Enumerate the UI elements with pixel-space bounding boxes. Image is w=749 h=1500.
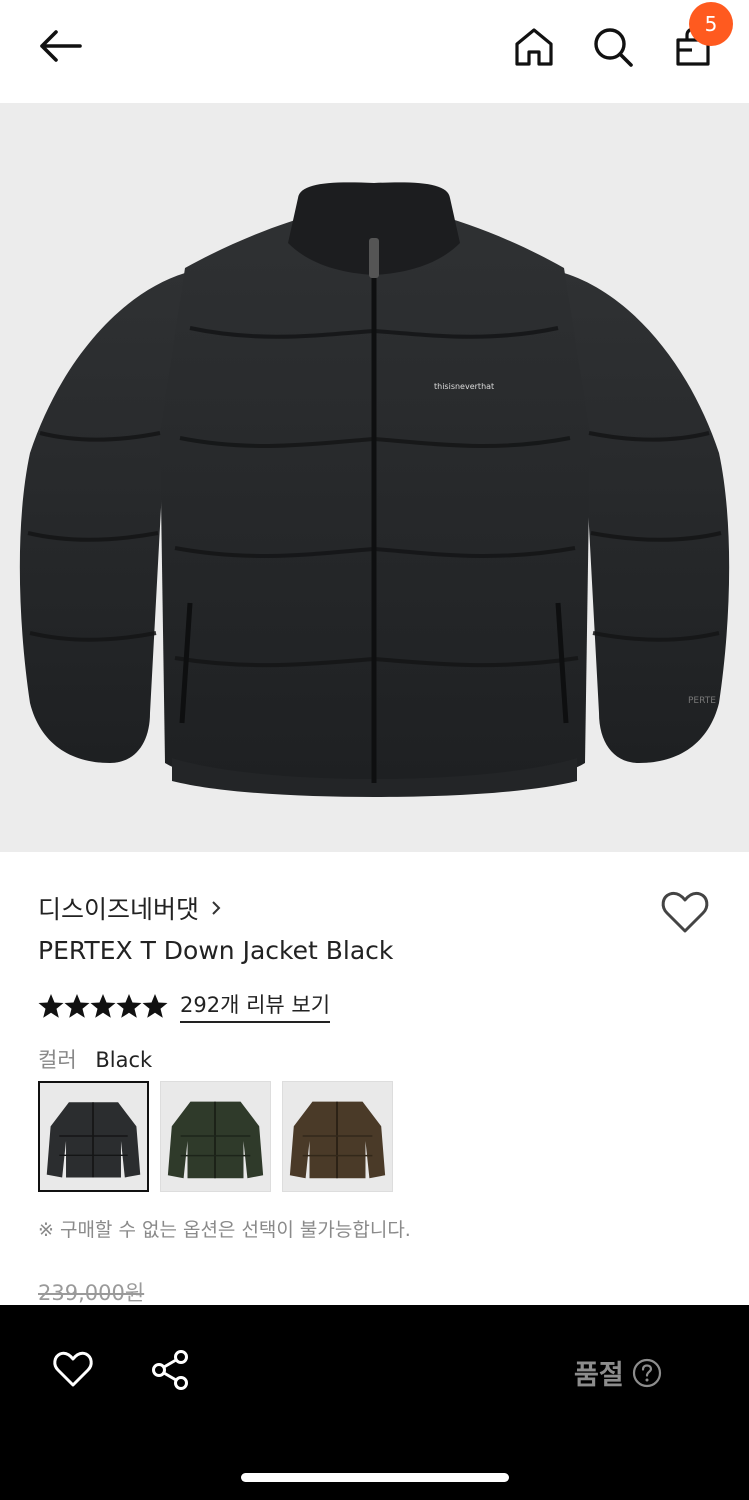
bottom-action-bar: 품절 (0, 1305, 749, 1500)
review-link[interactable]: 292개 리뷰 보기 (180, 989, 331, 1023)
swatch-brown[interactable] (282, 1081, 393, 1192)
star-icon (116, 994, 142, 1018)
arrow-left-icon[interactable] (36, 26, 86, 66)
swatch-jacket-image (46, 1102, 141, 1178)
jacket-illustration: thisisneverthat PERTE (19, 182, 730, 797)
sold-out-status[interactable]: 품절 (574, 1353, 662, 1392)
rating-row: 292개 리뷰 보기 (38, 989, 331, 1023)
cart-count-badge: 5 (689, 2, 733, 46)
svg-text:PERTE: PERTE (688, 696, 716, 706)
color-swatches (38, 1081, 404, 1192)
sold-out-label: 품절 (574, 1360, 624, 1391)
share-icon[interactable] (150, 1349, 192, 1391)
brand-link[interactable]: 디스이즈네버댓 (38, 890, 223, 926)
heart-outline-icon[interactable] (660, 889, 710, 935)
product-title: PERTEX T Down Jacket Black (38, 936, 394, 965)
top-navigation-bar: 5 (0, 0, 749, 103)
chevron-right-icon (212, 901, 221, 915)
color-label: 컬러 (38, 1048, 77, 1072)
star-rating (38, 993, 168, 1019)
search-icon[interactable] (590, 24, 636, 70)
swatch-jacket-image (167, 1101, 264, 1179)
swatch-black[interactable] (38, 1081, 149, 1192)
star-icon (90, 994, 116, 1018)
swatch-jacket-image (289, 1101, 386, 1179)
product-image[interactable]: thisisneverthat PERTE (0, 103, 749, 852)
heart-outline-icon[interactable] (52, 1349, 94, 1389)
star-icon (142, 994, 168, 1018)
swatch-khaki[interactable] (160, 1081, 271, 1192)
selected-color: Black (95, 1048, 153, 1072)
star-icon (38, 994, 64, 1018)
option-notice: ※ 구매할 수 없는 옵션은 선택이 불가능합니다. (38, 1219, 411, 1241)
color-option-label: 컬러 Black (38, 1044, 152, 1074)
brand-name: 디스이즈네버댓 (38, 895, 200, 924)
original-price: 239,000원 (38, 1281, 145, 1305)
home-indicator (241, 1473, 509, 1482)
question-circle-icon[interactable] (632, 1358, 662, 1388)
svg-text:thisisneverthat: thisisneverthat (434, 382, 494, 391)
star-icon (64, 994, 90, 1018)
home-icon[interactable] (511, 24, 557, 70)
